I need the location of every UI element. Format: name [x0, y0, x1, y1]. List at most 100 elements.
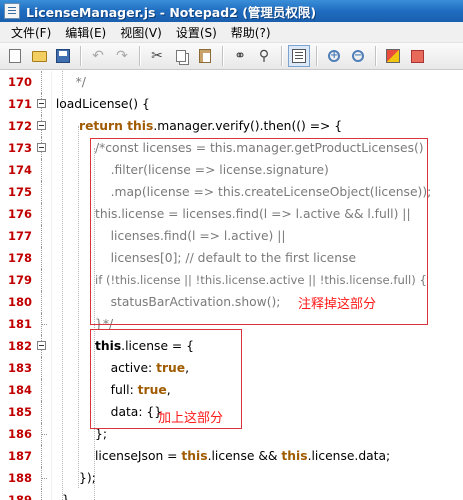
- line-number: 177: [7, 229, 32, 243]
- code-text: return this.manager.verify().then(() => …: [79, 119, 343, 133]
- binoculars-icon: ⚭: [234, 48, 246, 64]
- window-icon: [410, 49, 424, 63]
- fold-toggle[interactable]: [32, 137, 52, 159]
- line-number: 182: [7, 339, 32, 353]
- code-editor[interactable]: 170 */ 171 loadLicense() { 172 return th…: [0, 71, 463, 500]
- fold-margin: [32, 467, 52, 489]
- replace-icon: ⚲: [258, 48, 270, 64]
- fold-minus-icon: [37, 121, 46, 130]
- fold-margin: [32, 357, 52, 379]
- toolbar-separator: [316, 46, 317, 66]
- code-text: };: [95, 427, 107, 441]
- line-number: 184: [7, 383, 32, 397]
- zoom-out-button[interactable]: −: [347, 45, 369, 67]
- find-button[interactable]: ⚭: [229, 45, 251, 67]
- fold-minus-icon: [37, 143, 46, 152]
- new-file-icon: [9, 49, 21, 63]
- fold-margin: [32, 247, 52, 269]
- code-text: });: [79, 471, 96, 485]
- copy-icon: [176, 50, 186, 62]
- zoom-in-icon: +: [328, 50, 340, 62]
- code-text: licenseJson = this.license && this.licen…: [95, 449, 391, 463]
- redo-button[interactable]: ↷: [111, 45, 133, 67]
- fold-margin: [32, 71, 52, 93]
- line-number: 186: [7, 427, 32, 441]
- replace-button[interactable]: ⚲: [253, 45, 275, 67]
- toolbar-separator: [281, 46, 282, 66]
- toolbar-separator: [139, 46, 140, 66]
- fold-minus-icon: [37, 99, 46, 108]
- comment-out-highlight-box: [90, 138, 428, 325]
- line-number: 170: [7, 75, 32, 89]
- line-number: 183: [7, 361, 32, 375]
- toolbar-separator: [80, 46, 81, 66]
- line-number: 175: [7, 185, 32, 199]
- comment-out-annotation: 注释掉这部分: [298, 297, 377, 312]
- line-number: 171: [7, 97, 32, 111]
- title-bar: LicenseManager.js - Notepad2 (管理员权限): [0, 0, 463, 22]
- save-file-button[interactable]: [52, 45, 74, 67]
- undo-icon: ↶: [92, 48, 104, 64]
- menu-edit[interactable]: 编辑(E): [58, 24, 113, 41]
- fold-margin: [32, 203, 52, 225]
- menu-file[interactable]: 文件(F): [4, 24, 58, 41]
- fold-margin: [32, 423, 52, 445]
- window-title: LicenseManager.js - Notepad2 (管理员权限): [26, 4, 317, 20]
- new-file-button[interactable]: [4, 45, 26, 67]
- notepad-app-icon: [4, 3, 20, 19]
- word-wrap-icon: [292, 49, 306, 63]
- menu-settings[interactable]: 设置(S): [169, 24, 224, 41]
- code-line: 188: [0, 467, 463, 489]
- save-icon: [56, 49, 70, 63]
- copy-button[interactable]: [170, 45, 192, 67]
- fold-margin: [32, 181, 52, 203]
- code-text: loadLicense() {: [48, 97, 150, 111]
- zoom-out-icon: −: [352, 50, 364, 62]
- cut-button[interactable]: ✂: [146, 45, 168, 67]
- fold-margin: [32, 225, 52, 247]
- toolbar-separator: [222, 46, 223, 66]
- menu-view[interactable]: 视图(V): [113, 24, 169, 41]
- fold-toggle[interactable]: [32, 115, 52, 137]
- line-number: 178: [7, 251, 32, 265]
- color-scheme-button[interactable]: [382, 45, 404, 67]
- menu-bar: 文件(F) 编辑(E) 视图(V) 设置(S) 帮助(?): [0, 22, 463, 43]
- color-scheme-icon: [386, 49, 400, 63]
- fold-margin: [32, 379, 52, 401]
- line-number: 173: [7, 141, 32, 155]
- code-text: */: [60, 75, 86, 89]
- fold-margin: [32, 401, 52, 423]
- open-folder-icon: [31, 50, 47, 62]
- paste-button[interactable]: [194, 45, 216, 67]
- fold-margin: [32, 159, 52, 181]
- fold-margin: [32, 269, 52, 291]
- line-number: 181: [7, 317, 32, 331]
- toolbar-separator: [375, 46, 376, 66]
- line-number: 187: [7, 449, 32, 463]
- redo-icon: ↷: [116, 48, 128, 64]
- line-number: 188: [7, 471, 32, 485]
- paste-icon: [199, 49, 211, 63]
- line-number: 185: [7, 405, 32, 419]
- word-wrap-button[interactable]: [288, 45, 310, 67]
- add-code-annotation: 加上这部分: [158, 411, 224, 426]
- line-number: 174: [7, 163, 32, 177]
- line-number: 172: [7, 119, 32, 133]
- code-text: }: [62, 493, 70, 500]
- menu-help[interactable]: 帮助(?): [224, 24, 278, 41]
- fold-margin: [32, 313, 52, 335]
- line-number: 180: [7, 295, 32, 309]
- scissors-icon: ✂: [151, 48, 163, 64]
- new-window-button[interactable]: [406, 45, 428, 67]
- line-number: 176: [7, 207, 32, 221]
- undo-button[interactable]: ↶: [87, 45, 109, 67]
- fold-minus-icon: [37, 341, 46, 350]
- toolbar: ↶ ↷ ✂ ⚭ ⚲ + −: [0, 43, 463, 70]
- fold-margin: [32, 291, 52, 313]
- line-number: 179: [7, 273, 32, 287]
- fold-margin: [32, 445, 52, 467]
- fold-margin: [32, 489, 52, 500]
- zoom-in-button[interactable]: +: [323, 45, 345, 67]
- fold-toggle[interactable]: [32, 335, 52, 357]
- open-file-button[interactable]: [28, 45, 50, 67]
